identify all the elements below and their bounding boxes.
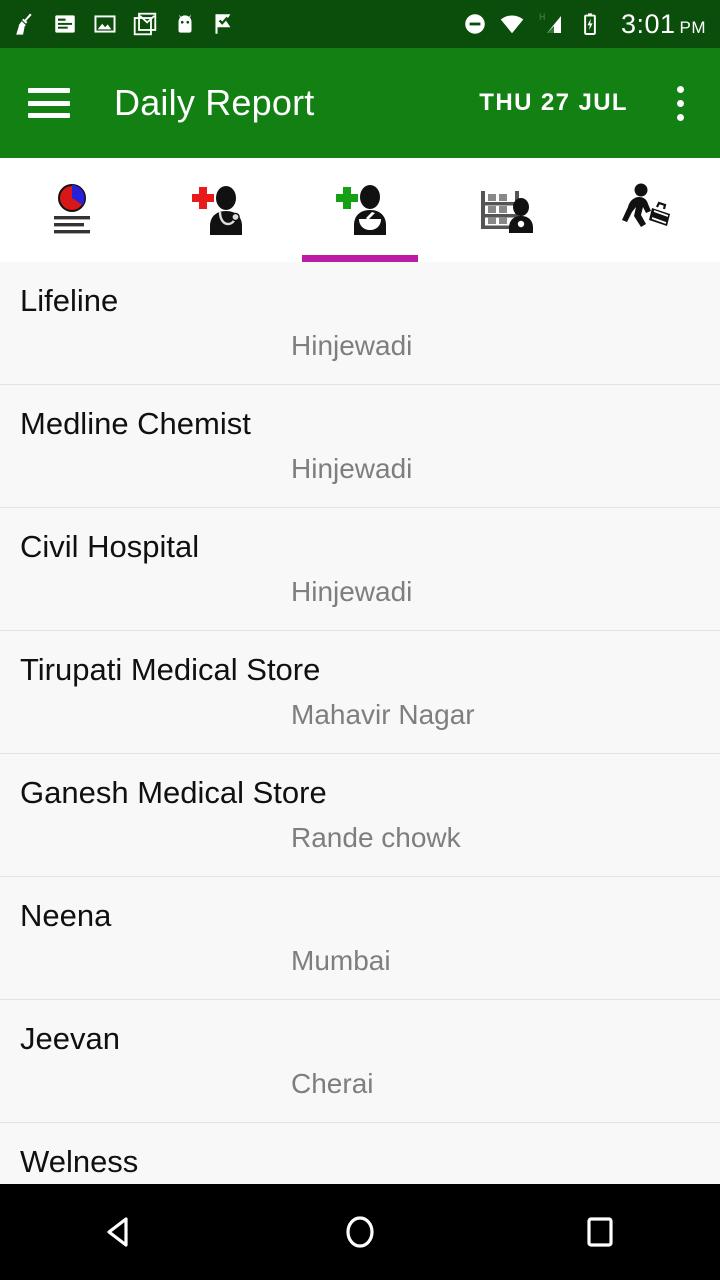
status-bar-system-icons: H 3:01 PM (462, 8, 706, 39)
status-bar-clock: 3:01 PM (620, 8, 706, 39)
phone-screen: H 3:01 PM Daily Report THU 27 JUL Lifeli… (0, 0, 720, 1280)
home-circle-icon (346, 1216, 374, 1248)
tab-report[interactable] (0, 158, 144, 262)
row-location: Hinjewadi (291, 453, 413, 484)
row-name: Jeevan (20, 1021, 120, 1056)
table-row[interactable]: Welness (0, 1123, 720, 1184)
chemist-list[interactable]: Lifeline Hinjewadi Medline Chemist Hinje… (0, 262, 720, 1184)
table-row[interactable]: Tirupati Medical Store Mahavir Nagar (0, 631, 720, 754)
report-pie-chart-icon (54, 184, 90, 234)
table-row[interactable]: Jeevan Cherai (0, 1000, 720, 1123)
tab-doctor[interactable] (144, 158, 288, 262)
status-bar-notifications (12, 11, 462, 37)
news-document-icon (55, 15, 75, 33)
table-row[interactable]: Lifeline Hinjewadi (0, 262, 720, 385)
photo-image-icon (94, 15, 116, 33)
row-name: Welness (20, 1144, 139, 1179)
tab-indicator (302, 255, 418, 262)
row-location: Cherai (291, 1068, 374, 1099)
cellular-signal-icon: H (539, 12, 561, 33)
doctor-red-cross-icon (192, 186, 242, 235)
broom-cleaner-icon (16, 13, 32, 35)
field-rep-briefcase-icon (622, 183, 670, 227)
gmail-icon (133, 12, 157, 36)
wifi-icon (500, 15, 524, 34)
row-name: Neena (20, 898, 112, 933)
recents-button[interactable] (540, 1184, 660, 1280)
clock-ampm: PM (679, 17, 706, 37)
android-robot-icon (178, 14, 192, 33)
svg-text:H: H (539, 12, 546, 22)
overflow-menu-icon[interactable] (658, 85, 702, 121)
row-name: Civil Hospital (20, 529, 200, 564)
table-row[interactable]: Civil Hospital Hinjewadi (0, 508, 720, 631)
back-triangle-icon (107, 1217, 128, 1247)
report-date[interactable]: THU 27 JUL (479, 89, 628, 117)
app-bar: Daily Report THU 27 JUL (0, 48, 720, 158)
table-row[interactable]: Ganesh Medical Store Rande chowk (0, 754, 720, 877)
row-location: Rande chowk (291, 822, 461, 853)
row-name: Ganesh Medical Store (20, 775, 327, 810)
battery-charging-icon (584, 13, 596, 35)
row-location: Mahavir Nagar (291, 699, 475, 730)
status-bar: H 3:01 PM (0, 0, 720, 48)
tab-stockist[interactable] (432, 158, 576, 262)
table-row[interactable]: Neena Mumbai (0, 877, 720, 1000)
back-button[interactable] (60, 1184, 180, 1280)
home-button[interactable] (300, 1184, 420, 1280)
row-name: Tirupati Medical Store (20, 652, 321, 687)
android-navigation-bar (0, 1184, 720, 1280)
row-location: Hinjewadi (291, 330, 413, 361)
hamburger-menu-icon[interactable] (28, 88, 70, 118)
row-name: Medline Chemist (20, 406, 251, 441)
table-row[interactable]: Medline Chemist Hinjewadi (0, 385, 720, 508)
row-name: Lifeline (20, 283, 119, 318)
stockist-shelf-icon (481, 191, 533, 233)
tab-bar (0, 158, 720, 262)
clock-time: 3:01 (620, 8, 676, 39)
tab-field-rep[interactable] (576, 158, 720, 262)
tab-chemist[interactable] (288, 158, 432, 262)
do-not-disturb-icon (465, 14, 485, 34)
page-title: Daily Report (114, 82, 315, 123)
recents-square-icon (587, 1217, 613, 1247)
pharmacist-green-cross-icon (336, 185, 386, 235)
checkmark-flag-icon (215, 14, 231, 34)
row-location: Hinjewadi (291, 576, 413, 607)
row-location: Mumbai (291, 945, 391, 976)
